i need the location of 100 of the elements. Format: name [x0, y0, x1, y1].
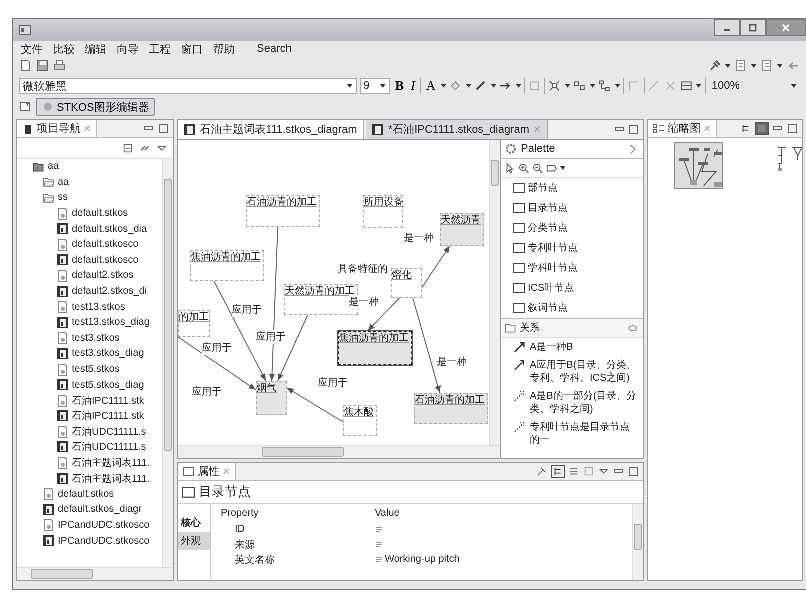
- tree-item[interactable]: 石油UDC11111.s: [72, 424, 146, 439]
- view-tab[interactable]: 项目导航: [17, 120, 97, 137]
- diagram-node[interactable]: 天然沥青: [440, 213, 484, 246]
- maximize-icon[interactable]: [628, 124, 640, 135]
- caret-icon[interactable]: [560, 166, 566, 170]
- arrange-icon[interactable]: [548, 79, 562, 93]
- menu-item[interactable]: 工程: [149, 42, 171, 56]
- tree-item[interactable]: test3.stkos_diag: [72, 348, 144, 360]
- align-icon[interactable]: [573, 79, 587, 93]
- view-tab[interactable]: 属性: [178, 463, 236, 480]
- diagram-node[interactable]: 石油沥青的加工: [414, 393, 488, 424]
- tree-item[interactable]: default.stkos_diagr: [58, 504, 142, 516]
- close-icon[interactable]: [84, 125, 91, 132]
- caret-icon[interactable]: [466, 84, 472, 88]
- tree-item[interactable]: aa: [48, 161, 60, 172]
- palette-tool[interactable]: A是一种B: [501, 338, 643, 356]
- tree-item[interactable]: ss: [58, 192, 68, 204]
- palette-tool[interactable]: 专利叶节点是目录节点的一: [501, 418, 643, 449]
- tree-item[interactable]: test5.stkos: [72, 364, 120, 376]
- maximize-icon[interactable]: [787, 123, 799, 134]
- zoom-combo[interactable]: 100%: [708, 78, 800, 94]
- font-combo[interactable]: 微软雅黑: [19, 78, 357, 94]
- fill-color-icon[interactable]: [449, 79, 463, 93]
- maximize-button[interactable]: [740, 19, 766, 36]
- caret-icon[interactable]: [751, 64, 757, 68]
- scrollbar[interactable]: [489, 140, 500, 445]
- palette-tool[interactable]: 分类节点: [501, 218, 643, 238]
- editor-tab[interactable]: *石油IPC1111.stkos_diagram: [366, 120, 548, 139]
- property-value[interactable]: Working-up pitch: [385, 554, 460, 565]
- tree-item[interactable]: test13.stkos_diag: [72, 317, 150, 328]
- perspective-button[interactable]: STKOS图形编辑器: [36, 98, 156, 116]
- diagram-node[interactable]: 焦木酸: [343, 405, 377, 436]
- menu-item[interactable]: 窗口: [181, 42, 203, 56]
- scrollbar[interactable]: [17, 567, 173, 580]
- bold-button[interactable]: B: [393, 78, 406, 94]
- font-size-combo[interactable]: 9: [360, 78, 390, 94]
- tree-item[interactable]: 石油主题词表111.: [72, 472, 150, 486]
- pointer-icon[interactable]: [504, 162, 516, 174]
- view-tab[interactable]: 缩略图: [648, 120, 717, 137]
- diagram-node[interactable]: 烟气: [256, 381, 287, 415]
- tree-item[interactable]: default.stkos: [72, 208, 128, 220]
- collapse-all-icon[interactable]: [122, 142, 134, 154]
- tree-item[interactable]: test13.stkos: [72, 302, 126, 313]
- scrollbar[interactable]: [632, 504, 643, 580]
- zoom-in-icon[interactable]: [518, 162, 530, 174]
- close-icon[interactable]: [704, 125, 711, 132]
- caret-icon[interactable]: [440, 84, 446, 88]
- italic-button[interactable]: I: [409, 78, 418, 94]
- new-file-icon[interactable]: [19, 59, 33, 73]
- menu-item[interactable]: 帮助: [213, 42, 235, 56]
- diagram-node[interactable]: 焦油沥青的加工: [190, 250, 264, 281]
- palette-tool[interactable]: A应用于B(目录、分类、专利、学科、ICS之间): [501, 356, 643, 387]
- tree-item[interactable]: default.stkos: [58, 488, 114, 500]
- maximize-icon[interactable]: [628, 466, 640, 477]
- menu-item[interactable]: 编辑: [85, 42, 107, 56]
- palette-tool[interactable]: ICS叶节点: [501, 278, 643, 298]
- tree-item[interactable]: default.stkosco: [72, 254, 139, 266]
- drawer-title[interactable]: 关系: [520, 321, 540, 335]
- tree-item[interactable]: test5.stkos_diag: [72, 380, 144, 391]
- tree-item[interactable]: IPCandUDC.stkosco: [58, 536, 150, 547]
- tree-icon[interactable]: [740, 123, 752, 134]
- maximize-icon[interactable]: [158, 123, 170, 134]
- close-button[interactable]: [766, 19, 806, 36]
- save-icon[interactable]: [36, 59, 50, 73]
- palette-tool[interactable]: 学科叶节点: [501, 258, 643, 278]
- pen-icon[interactable]: [474, 79, 488, 93]
- palette-tool[interactable]: 目录节点: [501, 198, 643, 218]
- tree-item[interactable]: 石油UDC11111.s: [72, 440, 146, 454]
- close-icon[interactable]: [223, 468, 230, 475]
- caret-icon[interactable]: [696, 84, 702, 88]
- open-perspective-icon[interactable]: [19, 100, 33, 114]
- tree-item[interactable]: default2.stkos: [72, 270, 134, 282]
- diagram-node[interactable]: 所用设备: [363, 195, 403, 228]
- tree-item[interactable]: 石油IPC1111.stk: [72, 409, 144, 424]
- caret-icon[interactable]: [590, 84, 596, 88]
- tree-layout-icon[interactable]: [598, 79, 612, 93]
- diagram-node[interactable]: 石油沥青的加工: [246, 195, 320, 227]
- minimize-button[interactable]: [714, 19, 740, 36]
- tree-item[interactable]: aa: [58, 176, 70, 188]
- palette-tool[interactable]: 专利叶节点: [501, 238, 643, 258]
- palette-tool[interactable]: 部节点: [501, 178, 643, 198]
- menu-item[interactable]: Search: [257, 43, 292, 55]
- font-color-button[interactable]: A: [424, 78, 438, 94]
- palette-tool[interactable]: A是B的一部分(目录、分类、学科之间): [501, 387, 643, 418]
- tree-icon[interactable]: [551, 465, 565, 478]
- caret-icon[interactable]: [777, 64, 783, 68]
- tree-item[interactable]: default2.stkos_di: [72, 286, 148, 298]
- print-icon[interactable]: [53, 59, 67, 73]
- tree-item[interactable]: default.stkos_dia: [72, 224, 148, 235]
- tree-item[interactable]: default.stkosco: [72, 239, 139, 250]
- diagram-node[interactable]: 熔化: [391, 268, 422, 298]
- diagram-node[interactable]: 焦油沥青的加工: [338, 331, 412, 365]
- caret-icon[interactable]: [516, 84, 522, 88]
- caret-icon[interactable]: [490, 84, 496, 88]
- scrollbar[interactable]: [162, 159, 173, 567]
- filter-icon[interactable]: [568, 466, 580, 477]
- editor-tab[interactable]: 石油主题词表111.stkos_diagram: [178, 120, 364, 139]
- menu-item[interactable]: 文件: [21, 42, 43, 56]
- side-tab[interactable]: 外观: [178, 532, 210, 550]
- tree-item[interactable]: 石油主题词表111.: [72, 456, 150, 470]
